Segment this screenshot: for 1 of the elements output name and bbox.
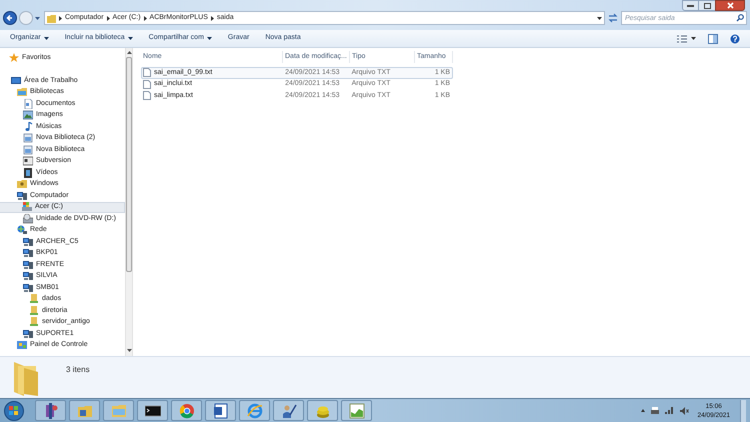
item-count: 3 itens xyxy=(66,364,90,376)
